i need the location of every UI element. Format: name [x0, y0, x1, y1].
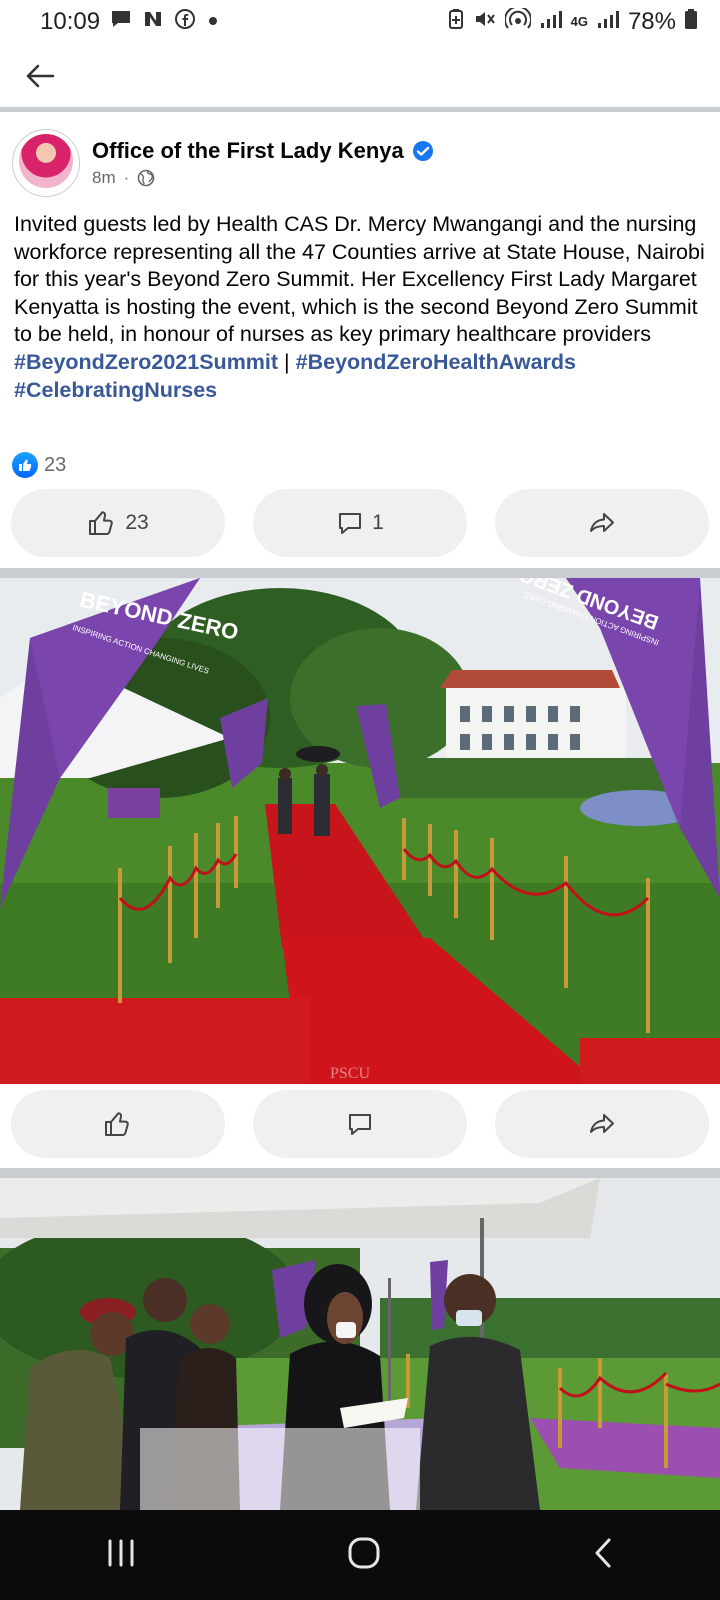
hotspot-icon — [503, 5, 532, 37]
comment-icon — [349, 1114, 371, 1135]
battery-icon — [684, 8, 698, 37]
arrow-left-icon — [26, 64, 55, 87]
battery-saver-icon — [447, 8, 465, 37]
like-count: 23 — [125, 511, 149, 534]
back-button[interactable] — [20, 56, 60, 96]
feed-separator — [0, 1168, 720, 1178]
hashtag-link[interactable]: #BeyondZeroHealthAwards — [296, 350, 576, 374]
thumbs-up-icon — [89, 511, 114, 535]
post-header-text: Office of the First Lady Kenya 8m · — [92, 138, 434, 188]
reaction-summary[interactable]: 23 — [12, 452, 66, 478]
chat-icon — [110, 9, 132, 35]
battery-percent: 78% — [627, 8, 676, 35]
feed-separator — [0, 568, 720, 578]
share-icon — [590, 1114, 614, 1133]
avatar[interactable] — [12, 129, 80, 197]
photo-red-carpet: BEYOND ZERO INSPIRING ACTION CHANGING LI… — [0, 578, 720, 1084]
thumbs-up-icon — [105, 1112, 129, 1136]
top-app-bar — [0, 44, 720, 112]
status-time: 10:09 — [40, 8, 101, 35]
status-right: 4G 78% — [447, 5, 698, 37]
post-actions: 23 1 — [11, 489, 709, 557]
back-nav-button[interactable] — [590, 1536, 616, 1575]
post-header: Office of the First Lady Kenya 8m · — [12, 128, 712, 198]
share-button[interactable] — [495, 1090, 709, 1158]
home-icon — [348, 1537, 380, 1568]
post-photo[interactable]: BEYOND ZERO INSPIRING ACTION CHANGING LI… — [0, 578, 720, 1084]
share-button[interactable] — [495, 489, 709, 557]
recent-apps-button[interactable] — [104, 1538, 138, 1573]
hashtag-link[interactable]: #BeyondZero2021Summit — [14, 350, 278, 374]
home-button[interactable] — [346, 1535, 382, 1576]
recent-apps-icon — [108, 1539, 134, 1566]
facebook-icon — [174, 8, 196, 36]
dot-icon — [206, 11, 220, 34]
photo-watermark: PSCU — [330, 1065, 370, 1082]
status-left: 10:09 — [40, 8, 220, 36]
reaction-count: 23 — [44, 453, 67, 476]
comment-button[interactable] — [253, 1090, 467, 1158]
share-icon — [590, 513, 614, 532]
mute-icon — [473, 8, 497, 37]
hashtag-divider: | — [284, 349, 290, 374]
avatar-image — [19, 134, 73, 188]
post-body: Invited guests led by Health CAS Dr. Mer… — [14, 212, 705, 347]
post-text: Invited guests led by Health CAS Dr. Mer… — [14, 211, 708, 404]
photo-actions — [11, 1090, 709, 1158]
photo-registration-desk — [0, 1178, 720, 1510]
chevron-left-icon — [595, 1538, 611, 1567]
signal-icon — [596, 8, 620, 36]
post-meta: 8m · — [92, 168, 434, 188]
comment-button[interactable]: 1 — [253, 489, 467, 557]
post-time[interactable]: 8m — [92, 168, 116, 188]
news-icon — [142, 9, 164, 35]
meta-separator: · — [123, 168, 130, 187]
signal-icon — [539, 8, 563, 36]
post-photo[interactable] — [0, 1178, 720, 1510]
like-button[interactable] — [11, 1090, 225, 1158]
comment-count: 1 — [372, 511, 384, 534]
globe-icon[interactable] — [137, 169, 155, 187]
page-name[interactable]: Office of the First Lady Kenya — [92, 138, 404, 164]
page-name-row: Office of the First Lady Kenya — [92, 138, 434, 164]
verified-badge-icon — [412, 141, 433, 161]
like-reaction-icon — [12, 452, 38, 478]
comment-icon — [339, 513, 362, 534]
network-type: 4G — [570, 14, 588, 29]
status-bar: 10:09 4G 78% — [0, 0, 720, 44]
hashtag-link[interactable]: #CelebratingNurses — [14, 378, 217, 402]
system-nav-bar — [0, 1510, 720, 1600]
like-button[interactable]: 23 — [11, 489, 225, 557]
